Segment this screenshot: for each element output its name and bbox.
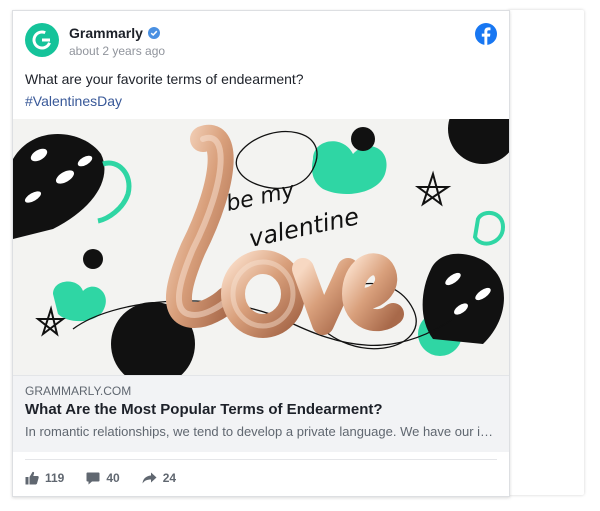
share-action[interactable]: 24 [142,471,176,485]
like-count: 119 [45,471,65,485]
facebook-icon[interactable] [475,23,497,45]
hashtag-link[interactable]: #ValentinesDay [25,93,122,109]
engagement-bar: 119 40 24 [25,459,497,496]
grammarly-logo-icon[interactable] [25,23,59,57]
comment-action[interactable]: 40 [86,471,120,485]
like-action[interactable]: 119 [25,471,64,485]
facebook-post-card: Grammarly about 2 years ago What are you… [12,10,510,497]
link-preview[interactable]: GRAMMARLY.COM What Are the Most Popular … [13,375,509,452]
grammarly-g-glyph [32,30,52,50]
valentine-balloon-illustration: be my valentine [13,119,509,375]
share-icon [142,472,157,484]
share-count: 24 [162,471,177,485]
post-text: What are your favorite terms of endearme… [25,71,304,87]
link-description: In romantic relationships, we tend to de… [25,424,499,439]
author-name-text[interactable]: Grammarly [69,25,143,41]
post-timestamp[interactable]: about 2 years ago [69,44,165,58]
post-header: Grammarly about 2 years ago [25,23,497,59]
link-domain: GRAMMARLY.COM [25,384,132,398]
verified-badge-icon [147,27,160,39]
comment-icon [86,472,100,484]
link-title[interactable]: What Are the Most Popular Terms of Endea… [25,401,383,418]
author-name[interactable]: Grammarly [69,25,160,41]
adjacent-card-edge [508,10,584,495]
comment-count: 40 [106,471,120,485]
like-icon [25,471,39,485]
post-image[interactable]: be my valentine [13,119,509,375]
